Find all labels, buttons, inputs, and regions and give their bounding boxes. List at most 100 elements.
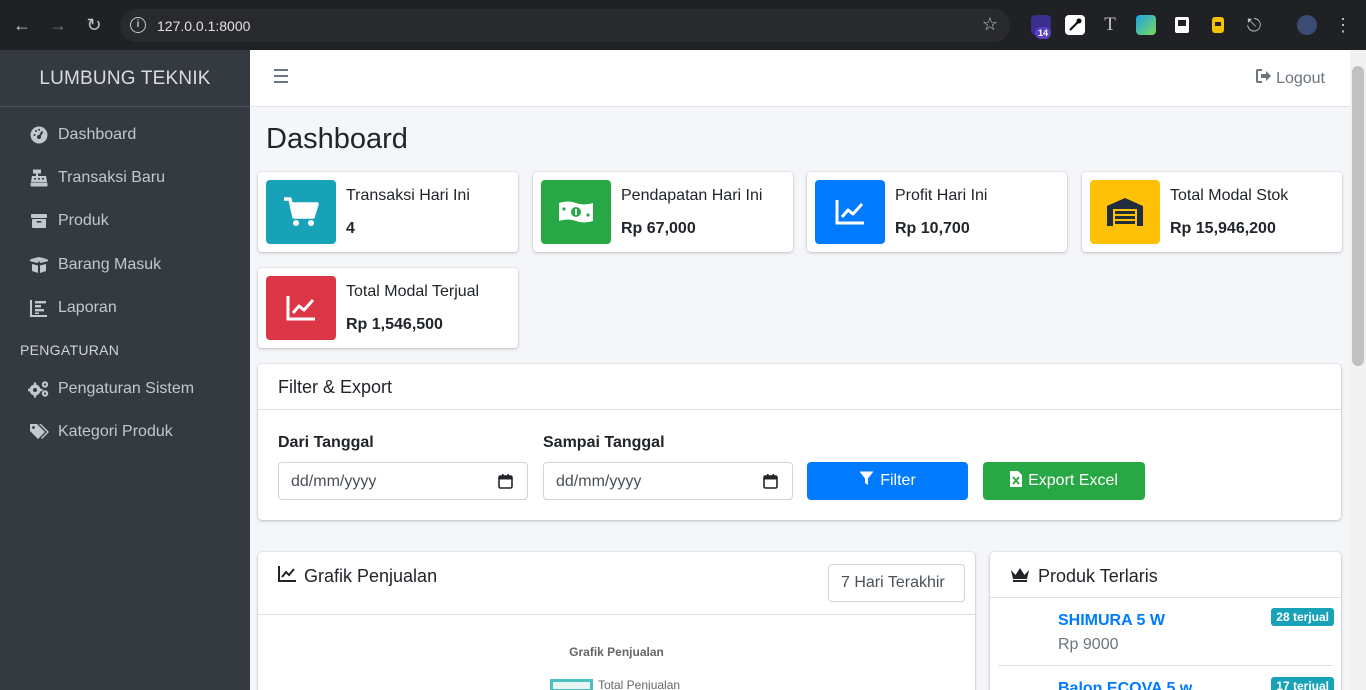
money-bill-icon: [541, 180, 611, 244]
crown-icon: [1010, 566, 1030, 587]
sidebar-item-laporan[interactable]: Laporan: [20, 290, 240, 326]
legend-label[interactable]: Total Penjualan: [598, 678, 680, 690]
url-text: 127.0.0.1:8000: [157, 18, 251, 34]
sidebar-item-label: Laporan: [58, 299, 117, 316]
card-header: Produk Terlaris: [990, 552, 1341, 598]
cogs-icon: [20, 379, 58, 399]
calendar-icon[interactable]: [498, 474, 513, 494]
sidebar-item-label: Dashboard: [58, 126, 137, 143]
stat-value: Rp 1,546,500: [346, 316, 443, 333]
puzzle-icon[interactable]: ⎋: [1244, 15, 1264, 35]
chart-line-icon: [266, 276, 336, 340]
filter-title-text: Filter & Export: [278, 377, 393, 397]
profile-avatar[interactable]: [1297, 15, 1317, 35]
sidebar-item-produk[interactable]: Produk: [20, 203, 240, 239]
stat-pendapatan-hari-ini: Pendapatan Hari Ini Rp 67,000: [533, 172, 793, 252]
sidebar-item-label: Pengaturan Sistem: [58, 380, 195, 397]
filter-button-label: Filter: [880, 472, 916, 489]
address-bar[interactable]: i 127.0.0.1:8000 ☆: [120, 9, 1010, 42]
stat-value: Rp 67,000: [621, 220, 696, 237]
warehouse-icon: [1090, 180, 1160, 244]
card-title: Produk Terlaris: [1010, 566, 1158, 587]
filter-button[interactable]: Filter: [807, 462, 968, 500]
from-date-input[interactable]: dd/mm/yyyy: [278, 462, 528, 500]
screenshot-extension-icon[interactable]: [1136, 15, 1156, 35]
date-placeholder: dd/mm/yyyy: [556, 473, 642, 490]
eyedropper-icon[interactable]: [1065, 15, 1085, 35]
product-name[interactable]: SHIMURA 5 W: [1058, 612, 1165, 630]
browser-toolbar: ← → ↻ i 127.0.0.1:8000 ☆ 14 T ⎋ ⋮: [0, 0, 1366, 50]
to-date-label: Sampai Tanggal: [543, 434, 665, 451]
stat-total-modal-stok: Total Modal Stok Rp 15,946,200: [1082, 172, 1342, 252]
list-item[interactable]: Balon ECOVA 5 w 17 terjual: [990, 666, 1341, 690]
to-date-input[interactable]: dd/mm/yyyy: [543, 462, 793, 500]
chart-title: Grafik Penjualan: [569, 645, 664, 659]
file-excel-icon: [1010, 470, 1023, 492]
scrollbar-thumb[interactable]: [1352, 66, 1364, 366]
sign-out-icon: [1256, 69, 1272, 88]
export-button-label: Export Excel: [1028, 472, 1118, 489]
chart-bar-icon: [20, 298, 58, 318]
legend-swatch[interactable]: [550, 679, 593, 690]
stat-value: 4: [346, 220, 355, 237]
site-info-icon[interactable]: i: [130, 17, 146, 33]
top-products-card: Produk Terlaris SHIMURA 5 W Rp 9000 28 t…: [990, 552, 1341, 690]
stat-label: Pendapatan Hari Ini: [621, 187, 763, 204]
sidebar-item-barang-masuk[interactable]: Barang Masuk: [20, 247, 240, 283]
chart-line-icon: [278, 566, 296, 587]
stat-total-modal-terjual: Total Modal Terjual Rp 1,546,500: [258, 268, 518, 348]
forward-icon[interactable]: →: [46, 13, 70, 37]
chart-line-icon: [815, 180, 885, 244]
stat-label: Profit Hari Ini: [895, 187, 988, 204]
filter-icon: [859, 471, 874, 491]
stat-profit-hari-ini: Profit Hari Ini Rp 10,700: [807, 172, 1067, 252]
box-icon: [20, 211, 58, 231]
sidebar-item-label: Barang Masuk: [58, 256, 162, 273]
from-date-label: Dari Tanggal: [278, 434, 374, 451]
chart-card-title-text: Grafik Penjualan: [304, 566, 438, 586]
sidebar-section-header: PENGATURAN: [20, 342, 120, 358]
page-title: Dashboard: [266, 123, 408, 155]
back-icon[interactable]: ←: [10, 13, 34, 37]
stat-value: Rp 15,946,200: [1170, 220, 1276, 237]
bookmark-extension-icon[interactable]: [1172, 15, 1192, 35]
sidebar-item-transaksi-baru[interactable]: Transaksi Baru: [20, 160, 240, 196]
tags-icon: [20, 422, 58, 442]
card-header: Filter & Export: [258, 364, 1341, 410]
date-placeholder: dd/mm/yyyy: [291, 473, 377, 490]
sidebar-item-kategori-produk[interactable]: Kategori Produk: [20, 414, 240, 450]
stat-label: Total Modal Terjual: [346, 283, 480, 300]
stat-value: Rp 10,700: [895, 220, 970, 237]
stat-label: Transaksi Hari Ini: [346, 187, 470, 204]
card-title: Grafik Penjualan: [278, 566, 437, 587]
sidebar-item-dashboard[interactable]: Dashboard: [20, 117, 240, 153]
list-item[interactable]: SHIMURA 5 W Rp 9000 28 terjual: [990, 599, 1341, 665]
notes-extension-icon[interactable]: [1208, 15, 1228, 35]
range-select[interactable]: 7 Hari Terakhir: [828, 564, 965, 602]
product-price: Rp 9000: [1058, 636, 1119, 653]
sidebar-item-label: Kategori Produk: [58, 423, 173, 440]
brand-title[interactable]: LUMBUNG TEKNIK: [0, 50, 250, 107]
box-open-icon: [20, 255, 58, 275]
reload-icon[interactable]: ↻: [82, 13, 106, 37]
sales-chart-card: Grafik Penjualan 7 Hari Terakhir Grafik …: [258, 552, 975, 690]
menu-kebab-icon[interactable]: ⋮: [1333, 15, 1353, 35]
bookmark-star-icon[interactable]: ☆: [982, 14, 998, 35]
calendar-icon[interactable]: [763, 474, 778, 494]
sidebar-item-label: Transaksi Baru: [58, 169, 165, 186]
filter-export-card: Filter & Export Dari Tanggal Sampai Tang…: [258, 364, 1341, 520]
product-name[interactable]: Balon ECOVA 5 w: [1058, 680, 1192, 690]
export-excel-button[interactable]: Export Excel: [983, 462, 1145, 500]
shopping-cart-icon: [266, 180, 336, 244]
hamburger-menu-icon[interactable]: [274, 69, 288, 83]
stat-transaksi-hari-ini: Transaksi Hari Ini 4: [258, 172, 518, 252]
sold-count-badge: 28 terjual: [1271, 608, 1334, 626]
top-navbar: Logout: [250, 50, 1350, 107]
text-extension-icon[interactable]: T: [1100, 15, 1120, 35]
card-title: Filter & Export: [278, 377, 392, 398]
sidebar: LUMBUNG TEKNIK Dashboard Transaksi Baru …: [0, 50, 250, 690]
sidebar-item-pengaturan-sistem[interactable]: Pengaturan Sistem: [20, 371, 240, 407]
page-scrollbar[interactable]: [1350, 50, 1366, 690]
logout-button[interactable]: Logout: [1256, 69, 1325, 88]
cash-register-icon: [20, 168, 58, 188]
